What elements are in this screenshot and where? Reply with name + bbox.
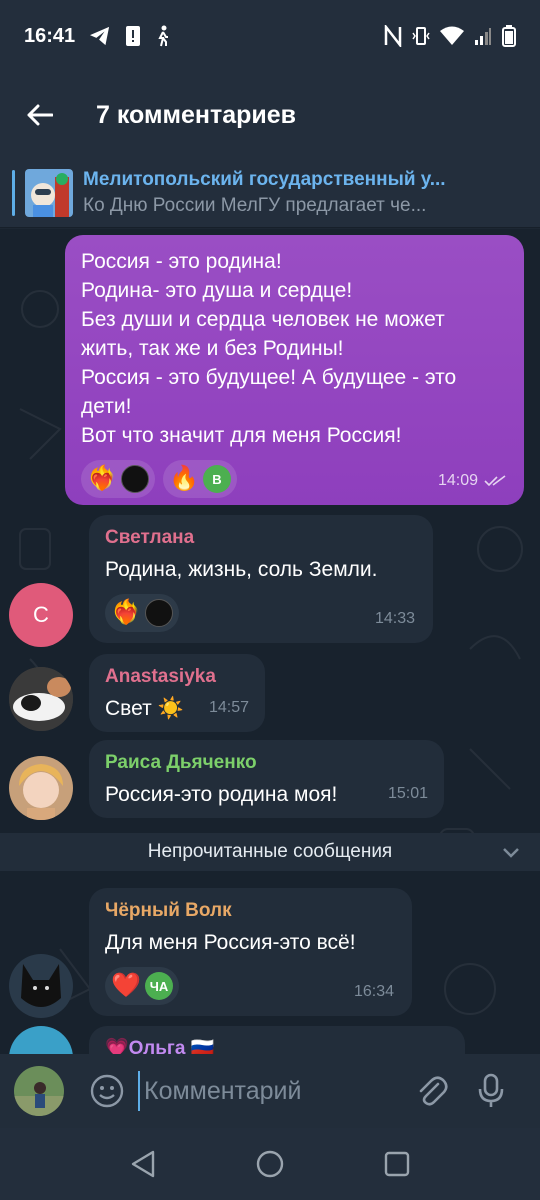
message-line: Без души и сердца человек не может xyxy=(81,308,445,331)
message-text: Россия-это родина моя! xyxy=(105,783,338,806)
message-line: Россия - это родина! xyxy=(81,250,282,273)
message-text: Родина, жизнь, соль Земли. xyxy=(105,558,378,581)
telegram-icon xyxy=(90,26,110,46)
sender-name[interactable]: Раиса Дьяченко xyxy=(105,752,428,774)
message-line: Вот что значит для меня Россия! xyxy=(81,424,402,447)
pinned-indicator xyxy=(12,169,15,216)
reactions: ❤️ ЧА xyxy=(105,967,396,1005)
signal-icon xyxy=(475,28,491,45)
message-text: Для меня Россия-это всё! xyxy=(105,931,356,954)
avatar[interactable] xyxy=(9,756,73,820)
pinned-post[interactable]: Мелитопольский государственный у... Ко Д… xyxy=(0,158,540,228)
chat-header: 7 комментариев xyxy=(0,72,540,158)
message-time: 15:01 xyxy=(387,785,428,802)
reactor-avatar xyxy=(145,599,173,627)
message-line: Родина- это душа и сердце! xyxy=(81,279,353,302)
outgoing-message[interactable]: Россия - это родина! Родина- это душа и … xyxy=(65,235,524,505)
message-line: жить, так же и без Родины! xyxy=(81,337,344,360)
user-avatar[interactable] xyxy=(14,1066,64,1116)
reaction-heart-fire[interactable]: ❤️‍🔥 xyxy=(105,594,179,632)
attach-icon[interactable] xyxy=(416,1074,448,1108)
pinned-thumbnail xyxy=(25,168,73,217)
recents-square-icon[interactable] xyxy=(383,1150,411,1178)
sender-name[interactable]: Светлана xyxy=(105,527,417,549)
pinned-subtitle: Ко Дню России МелГУ предлагает че... xyxy=(83,194,427,216)
comment-input[interactable] xyxy=(138,1071,388,1111)
system-nav-bar xyxy=(0,1128,540,1200)
reaction-heart-fire[interactable]: ❤️‍🔥 xyxy=(81,460,155,498)
unread-label: Непрочитанные сообщения xyxy=(147,841,393,862)
unread-divider: Непрочитанные сообщения xyxy=(0,833,540,871)
sender-name[interactable]: 💗Ольга 🇷🇺 xyxy=(105,1038,449,1054)
reaction-fire[interactable]: 🔥 В xyxy=(163,460,237,498)
comment-composer xyxy=(0,1054,540,1128)
heart-icon: ❤️ xyxy=(111,972,141,999)
alert-icon xyxy=(126,26,141,46)
pinned-title: Мелитопольский государственный у... xyxy=(83,168,446,190)
arrow-left-icon xyxy=(27,104,53,126)
back-triangle-icon[interactable] xyxy=(129,1149,157,1179)
reactor-avatar: В xyxy=(203,465,231,493)
heart-fire-icon: ❤️‍🔥 xyxy=(111,599,141,626)
message-line: дети! xyxy=(81,395,132,418)
microphone-icon[interactable] xyxy=(478,1073,504,1109)
reaction-heart[interactable]: ❤️ ЧА xyxy=(105,967,179,1005)
avatar[interactable]: С xyxy=(9,583,73,647)
status-time: 16:41 xyxy=(24,24,76,47)
back-button[interactable] xyxy=(0,72,80,158)
incoming-message[interactable]: Раиса Дьяченко Россия-это родина моя! 15… xyxy=(89,740,444,818)
reactor-avatar: ЧА xyxy=(145,972,173,1000)
message-time: 16:34 xyxy=(353,983,394,1000)
battery-icon xyxy=(502,25,516,47)
incoming-message[interactable]: Светлана Родина, жизнь, соль Земли. ❤️‍🔥… xyxy=(89,515,433,643)
sender-name[interactable]: Anastasiyka xyxy=(105,666,249,688)
wifi-icon xyxy=(440,26,464,45)
sender-name[interactable]: Чёрный Волк xyxy=(105,900,396,922)
heart-fire-icon: ❤️‍🔥 xyxy=(87,465,117,492)
avatar[interactable] xyxy=(9,667,73,731)
reactions: ❤️‍🔥 xyxy=(105,594,417,632)
page-title: 7 комментариев xyxy=(96,100,297,129)
chat-area[interactable]: Россия - это родина! Родина- это душа и … xyxy=(0,229,540,1054)
double-check-icon xyxy=(484,474,506,486)
message-time: 14:57 xyxy=(208,699,249,716)
incoming-message[interactable]: Anastasiyka Свет ☀️ 14:57 xyxy=(89,654,265,732)
reactor-avatar xyxy=(121,465,149,493)
chevron-down-icon[interactable] xyxy=(500,841,522,863)
status-bar: 16:41 xyxy=(0,0,540,72)
avatar[interactable] xyxy=(9,954,73,1018)
walking-icon xyxy=(158,25,169,47)
message-time: 14:09 xyxy=(437,472,478,489)
message-time: 14:33 xyxy=(374,610,415,627)
fire-icon: 🔥 xyxy=(169,465,199,492)
emoji-icon[interactable] xyxy=(90,1074,124,1108)
nfc-icon xyxy=(384,25,402,47)
message-line: Россия - это будущее! А будущее - это xyxy=(81,366,457,389)
incoming-message[interactable]: Чёрный Волк Для меня Россия-это всё! ❤️ … xyxy=(89,888,412,1016)
vibrate-icon xyxy=(412,27,430,45)
incoming-message[interactable]: 💗Ольга 🇷🇺 xyxy=(89,1026,465,1054)
home-circle-icon[interactable] xyxy=(255,1149,285,1179)
